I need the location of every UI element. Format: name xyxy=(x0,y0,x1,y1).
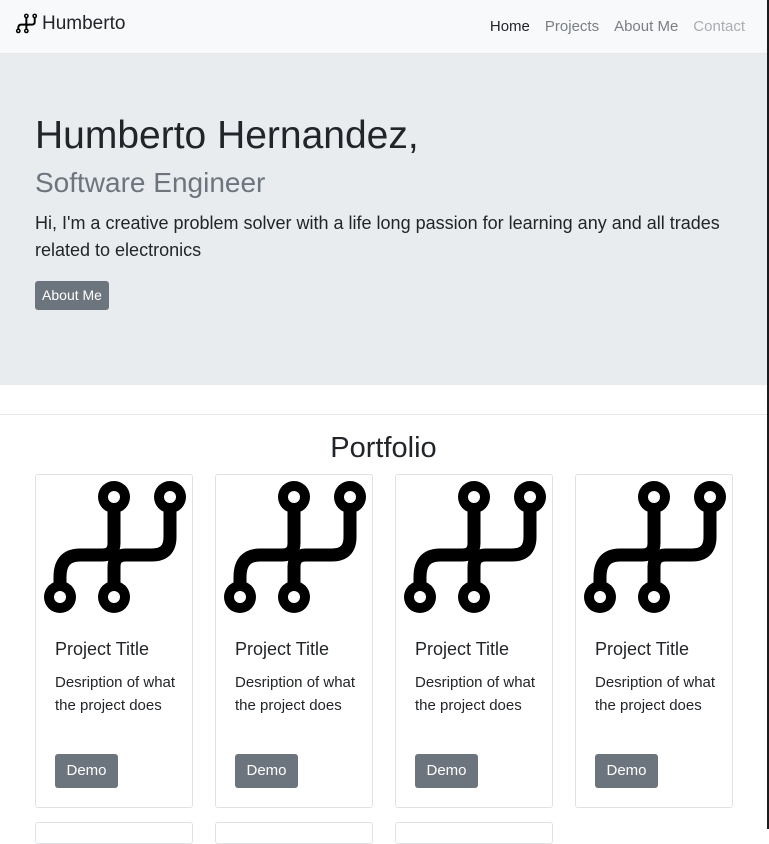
nav-links: Home Projects About Me Contact xyxy=(475,18,745,35)
demo-button[interactable]: Demo xyxy=(415,754,478,788)
demo-button[interactable]: Demo xyxy=(55,754,118,788)
project-title: Project Title xyxy=(55,639,150,659)
project-title: Project Title xyxy=(595,639,690,659)
navbar: Humberto Home Projects About Me Contact xyxy=(0,0,767,54)
project-card: Project Title Desription of what the pro… xyxy=(575,474,733,808)
project-description: Desription of what the project does xyxy=(595,674,716,714)
project-description: Desription of what the project does xyxy=(415,674,536,714)
hero-role: Software Engineer xyxy=(35,167,266,198)
nav-link-about-me[interactable]: About Me xyxy=(614,18,678,35)
hero-name: Humberto Hernandez, xyxy=(35,114,419,157)
circuit-logo-icon xyxy=(576,475,733,620)
nav-link-projects[interactable]: Projects xyxy=(545,18,599,35)
section-divider xyxy=(0,414,767,415)
brand-name: Humberto xyxy=(42,12,126,34)
project-card: Project Title Desription of what the pro… xyxy=(35,474,193,808)
circuit-logo-icon xyxy=(15,12,38,35)
about-me-button[interactable]: About Me xyxy=(35,281,109,310)
circuit-logo-icon xyxy=(216,475,373,620)
project-title: Project Title xyxy=(235,639,330,659)
project-card-next-row xyxy=(35,822,193,844)
circuit-logo-icon xyxy=(396,475,553,620)
project-description: Desription of what the project does xyxy=(235,674,356,714)
nav-link-home[interactable]: Home xyxy=(490,18,530,35)
project-title: Project Title xyxy=(415,639,510,659)
nav-link-contact[interactable]: Contact xyxy=(693,18,745,35)
hero-intro: Hi, I'm a creative problem solver with a… xyxy=(35,213,720,260)
hero-jumbotron: Humberto Hernandez, Software Engineer Hi… xyxy=(0,54,767,385)
circuit-logo-icon xyxy=(36,475,193,620)
portfolio-title: Portfolio xyxy=(330,432,437,464)
project-card: Project Title Desription of what the pro… xyxy=(395,474,553,808)
demo-button[interactable]: Demo xyxy=(595,754,658,788)
navbar-brand[interactable]: Humberto xyxy=(15,12,125,35)
project-card: Project Title Desription of what the pro… xyxy=(215,474,373,808)
demo-button[interactable]: Demo xyxy=(235,754,298,788)
project-description: Desription of what the project does xyxy=(55,674,176,714)
project-card-next-row xyxy=(215,822,373,844)
project-card-next-row xyxy=(395,822,553,844)
